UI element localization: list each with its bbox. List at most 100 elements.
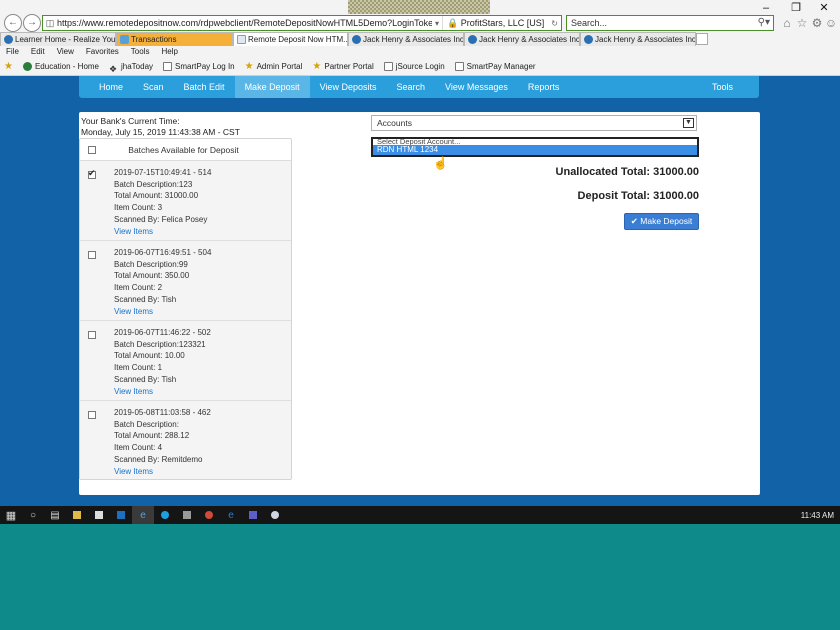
search-input[interactable]: Search... ⚲▾ [566,15,774,31]
back-arrow-icon: ← [8,17,18,28]
search-icon[interactable]: ⚲▾ [758,16,770,30]
main-nav: Home Scan Batch Edit Make Deposit View D… [79,76,759,98]
bank-time-label: Your Bank's Current Time: [81,116,180,126]
menu-help[interactable]: Help [161,46,177,58]
web-page: Home Scan Batch Edit Make Deposit View D… [0,76,840,506]
tab-learner-home[interactable]: Learner Home - Realize Your P... [0,32,116,46]
restore-button[interactable]: ❐ [782,1,810,15]
cortana-button[interactable]: ○ [22,506,44,524]
menu-file[interactable]: File [6,46,19,58]
nav-view-messages[interactable]: View Messages [435,76,518,98]
taskbar-file-explorer[interactable] [66,506,88,524]
tab-transactions[interactable]: Transactions [116,32,233,46]
taskbar-app[interactable] [176,506,198,524]
tab-favicon-icon [352,35,361,44]
menu-tools[interactable]: Tools [131,46,150,58]
browser-chrome: – ❐ ✕ ← → ◫ https://www.remotedepositnow… [0,0,840,76]
nav-tools[interactable]: Tools [702,76,743,98]
menu-edit[interactable]: Edit [31,46,45,58]
tab-jack-henry-2[interactable]: Jack Henry & Associates Inc W... [464,32,580,46]
bank-time-value: Monday, July 15, 2019 11:43:38 AM - CST [81,127,240,137]
favorite-partner-portal[interactable]: ★ Partner Portal [312,59,373,74]
view-items-link[interactable]: View Items [114,466,211,478]
batch-amount: Total Amount: 288.12 [114,431,190,441]
batch-checkbox[interactable] [88,331,96,339]
favorite-label: jSource Login [395,62,445,71]
jha-logo-icon: ❖ [109,64,118,74]
batch-item-count: Item Count: 3 [114,203,163,213]
favorite-label: SmartPay Log In [175,62,235,71]
site-identity[interactable]: 🔒 ProfitStars, LLC [US] [442,16,548,30]
select-all-checkbox[interactable] [88,145,96,154]
favorite-admin-portal[interactable]: ★ Admin Portal [245,59,303,74]
batch-checkbox[interactable] [88,411,96,419]
nav-batch-edit[interactable]: Batch Edit [174,76,235,98]
view-items-link[interactable]: View Items [114,386,211,398]
batch-description: Batch Description: [114,419,179,429]
tab-favicon-icon [584,35,593,44]
start-button[interactable]: ▦ [0,506,22,524]
nav-home[interactable]: Home [89,76,133,98]
edge-icon: e [228,509,234,521]
tab-remote-deposit-now[interactable]: Remote Deposit Now HTM...✕ [233,32,348,46]
taskbar-app-2[interactable] [264,506,286,524]
favorite-jsource-login[interactable]: jSource Login [383,59,445,74]
batch-title: 2019-06-07T11:46:22 - 502 [114,328,211,337]
nav-search[interactable]: Search [386,76,435,98]
deposit-panel: Your Bank's Current Time: Monday, July 1… [79,112,760,495]
feedback-icon[interactable]: ☺ [824,15,838,31]
address-bar[interactable]: ◫ https://www.remotedepositnow.com/rdpwe… [42,15,562,31]
favorite-education-home[interactable]: Education - Home [22,59,99,74]
menu-view[interactable]: View [57,46,74,58]
view-items-link[interactable]: View Items [114,306,211,318]
favorite-jhatoday[interactable]: ❖ jhaToday [109,59,153,74]
batch-amount: Total Amount: 350.00 [114,271,190,281]
taskbar-teams[interactable] [242,506,264,524]
forward-button[interactable]: → [23,14,41,32]
favorite-label: Partner Portal [324,62,374,71]
tab-jack-henry-1[interactable]: Jack Henry & Associates Inc W... [348,32,464,46]
address-dropdown-icon[interactable]: ▾ [432,19,442,28]
home-icon[interactable]: ⌂ [780,15,794,31]
taskbar-chrome[interactable] [198,506,220,524]
address-url[interactable]: https://www.remotedepositnow.com/rdpwebc… [57,18,432,28]
refresh-icon[interactable]: ↻ [548,19,561,28]
tab-jack-henry-3[interactable]: Jack Henry & Associates Inc W... [580,32,696,46]
nav-view-deposits[interactable]: View Deposits [310,76,387,98]
settings-gear-icon[interactable]: ⚙ [810,15,824,31]
minimize-button[interactable]: – [752,1,780,15]
close-window-button[interactable]: ✕ [810,1,838,15]
account-option-rdn-html[interactable]: RDN HTML 1234 [373,145,697,155]
batch-item: 2019-05-08T11:03:58 - 462 Batch Descript… [80,401,291,479]
batch-item-count: Item Count: 2 [114,283,163,293]
nav-scan[interactable]: Scan [133,76,174,98]
taskbar-store[interactable] [88,506,110,524]
tab-strip: Learner Home - Realize Your P... Transac… [0,32,840,46]
nav-reports[interactable]: Reports [518,76,570,98]
back-button[interactable]: ← [4,14,22,32]
taskbar-clock[interactable]: 11:43 AM [801,511,834,520]
taskbar-edge[interactable]: e [220,506,242,524]
batch-checkbox[interactable] [88,251,96,259]
favorites-star-icon[interactable]: ☆ [795,15,809,31]
favorites-star-icon[interactable]: ★ [4,59,13,74]
make-deposit-button[interactable]: ✔ Make Deposit [624,213,699,230]
taskbar-skype[interactable] [154,506,176,524]
task-view-button[interactable]: ▤ [44,506,66,524]
batch-checkbox[interactable] [88,168,96,179]
nav-make-deposit[interactable]: Make Deposit [234,76,310,98]
title-bar-drag-area[interactable] [348,0,490,14]
favorite-smartpay-log-in[interactable]: SmartPay Log In [163,59,235,74]
new-tab-button[interactable] [696,33,708,45]
view-items-link[interactable]: View Items [114,226,211,238]
menu-favorites[interactable]: Favorites [86,46,119,58]
chevron-down-icon[interactable]: ▼ [683,118,694,128]
batch-title: 2019-07-15T10:49:41 - 514 [114,168,212,177]
account-select[interactable]: Accounts ▼ [371,115,697,131]
taskbar-internet-explorer[interactable]: e [132,506,154,524]
page-icon [163,62,173,71]
favorite-smartpay-manager[interactable]: SmartPay Manager [454,59,536,74]
taskbar-outlook[interactable] [110,506,132,524]
internet-explorer-icon: e [140,509,146,521]
tab-label: Jack Henry & Associates Inc W... [595,34,696,44]
